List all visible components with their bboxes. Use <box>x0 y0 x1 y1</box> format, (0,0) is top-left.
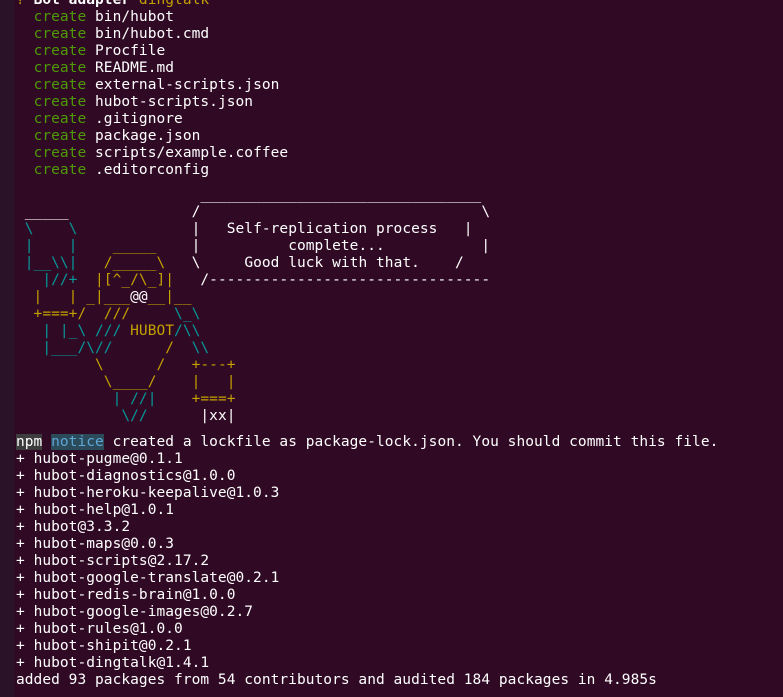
ascii-row: |___/\// / \\ <box>16 340 210 356</box>
installed-package-line: + hubot-google-translate@0.2.1 <box>16 570 280 586</box>
created-file-path: bin/hubot.cmd <box>95 26 210 42</box>
created-file-path: hubot-scripts.json <box>95 94 254 110</box>
installed-package-line: + hubot@3.3.2 <box>16 519 131 535</box>
robot-label: HUBOT <box>130 323 175 339</box>
created-file-line: create external-scripts.json <box>16 77 280 94</box>
created-file-path: .gitignore <box>95 111 183 127</box>
ascii-row: |//+ |[^_/\_]| /------------------------… <box>16 272 491 288</box>
ascii-row: \ / +---+ <box>16 357 236 373</box>
background-window-edge <box>0 0 14 697</box>
ascii-row: \____/ | | <box>16 374 236 390</box>
ascii-row: \ \ | Self-replication process | <box>16 221 473 237</box>
package-name: hubot-dingtalk@1.4.1 <box>33 655 210 671</box>
box-label: xx <box>209 408 227 424</box>
terminal-window[interactable]: ? Bot adapter dingtalk create bin/hubot … <box>0 0 783 697</box>
ascii-row: | //| +===+ <box>16 391 236 407</box>
ascii-row: ________________________________ <box>200 187 482 203</box>
package-name: hubot@3.3.2 <box>33 519 131 535</box>
bubble-line-1: Self-replication process <box>226 221 438 237</box>
package-name: hubot-google-images@0.2.7 <box>33 604 254 620</box>
installed-package-line: + hubot-heroku-keepalive@1.0.3 <box>16 485 280 501</box>
installed-package-line: + hubot-diagnostics@1.0.0 <box>16 468 236 484</box>
package-name: hubot-pugme@0.1.1 <box>33 451 183 467</box>
ascii-row: | | _|___@@__|__ <box>16 289 192 305</box>
installed-package-line: + hubot-shipit@0.2.1 <box>16 638 192 654</box>
created-file-path: package.json <box>95 128 201 144</box>
created-file-path: README.md <box>95 60 175 76</box>
installed-package-line: + hubot-rules@1.0.0 <box>16 621 183 637</box>
package-name: hubot-rules@1.0.0 <box>33 621 183 637</box>
install-summary: added 93 packages from 54 contributors a… <box>16 672 657 688</box>
created-file-path: .editorconfig <box>95 162 210 178</box>
npm-label: npm <box>16 434 43 450</box>
created-file-line: create scripts/example.coffee <box>16 145 289 162</box>
created-file-path: Procfile <box>95 43 166 59</box>
created-file-path: scripts/example.coffee <box>95 145 289 161</box>
bubble-line-3: Good luck with that. <box>244 255 420 271</box>
create-keyword: create <box>33 94 87 110</box>
installed-package-line: + hubot-redis-brain@1.0.0 <box>16 587 236 603</box>
package-name: hubot-maps@0.0.3 <box>33 536 175 552</box>
ascii-row: |__\\| /_____\ \ Good luck with that. / <box>16 255 464 271</box>
installed-package-line: + hubot-pugme@0.1.1 <box>16 451 183 467</box>
created-file-path: external-scripts.json <box>95 77 280 93</box>
created-file-line: create Procfile <box>16 43 166 60</box>
package-name: hubot-heroku-keepalive@1.0.3 <box>33 485 280 501</box>
created-file-line: create README.md <box>16 60 174 77</box>
create-keyword: create <box>33 77 87 93</box>
package-name: hubot-redis-brain@1.0.0 <box>33 587 236 603</box>
create-keyword: create <box>33 162 87 178</box>
created-file-line: create bin/hubot <box>16 9 174 26</box>
package-name: hubot-diagnostics@1.0.0 <box>33 468 236 484</box>
prompt-label: Bot adapter <box>33 0 131 8</box>
ascii-row: _____ / \ <box>16 204 491 220</box>
prompt-question-mark: ? <box>16 0 25 8</box>
ascii-row: | |_\ /// HUBOT/\\ <box>16 323 201 339</box>
package-name: hubot-google-translate@0.2.1 <box>33 570 280 586</box>
create-keyword: create <box>33 145 87 161</box>
create-keyword: create <box>33 111 87 127</box>
ascii-row: | | _____ | complete... | <box>16 238 491 254</box>
prompt-line: ? Bot adapter dingtalk <box>16 0 209 9</box>
created-file-line: create package.json <box>16 128 201 145</box>
create-keyword: create <box>33 128 87 144</box>
created-file-line: create hubot-scripts.json <box>16 94 253 111</box>
create-keyword: create <box>33 9 87 25</box>
ascii-row: \// |xx| <box>16 408 236 424</box>
create-keyword: create <box>33 43 87 59</box>
bubble-line-2: complete... <box>288 238 385 254</box>
notice-message: created a lockfile as package-lock.json.… <box>112 434 719 450</box>
installed-package-line: + hubot-dingtalk@1.4.1 <box>16 655 210 671</box>
installed-package-line: + hubot-google-images@0.2.7 <box>16 604 254 620</box>
notice-label: notice <box>51 434 104 450</box>
package-name: hubot-scripts@2.17.2 <box>33 553 210 569</box>
installed-package-line: + hubot-maps@0.0.3 <box>16 536 175 552</box>
create-keyword: create <box>33 26 87 42</box>
created-file-path: bin/hubot <box>95 9 175 25</box>
package-name: hubot-help@1.0.1 <box>33 502 175 518</box>
package-name: hubot-shipit@0.2.1 <box>33 638 192 654</box>
create-keyword: create <box>33 60 87 76</box>
created-file-line: create .gitignore <box>16 111 183 128</box>
created-file-line: create .editorconfig <box>16 162 210 179</box>
npm-notice-line: npm notice created a lockfile as package… <box>16 434 718 451</box>
prompt-value: dingtalk <box>138 0 210 8</box>
ascii-row: +===+/ /// \_\ <box>16 306 201 322</box>
installed-package-line: + hubot-scripts@2.17.2 <box>16 553 210 569</box>
created-file-line: create bin/hubot.cmd <box>16 26 210 43</box>
installed-package-line: + hubot-help@1.0.1 <box>16 502 175 518</box>
